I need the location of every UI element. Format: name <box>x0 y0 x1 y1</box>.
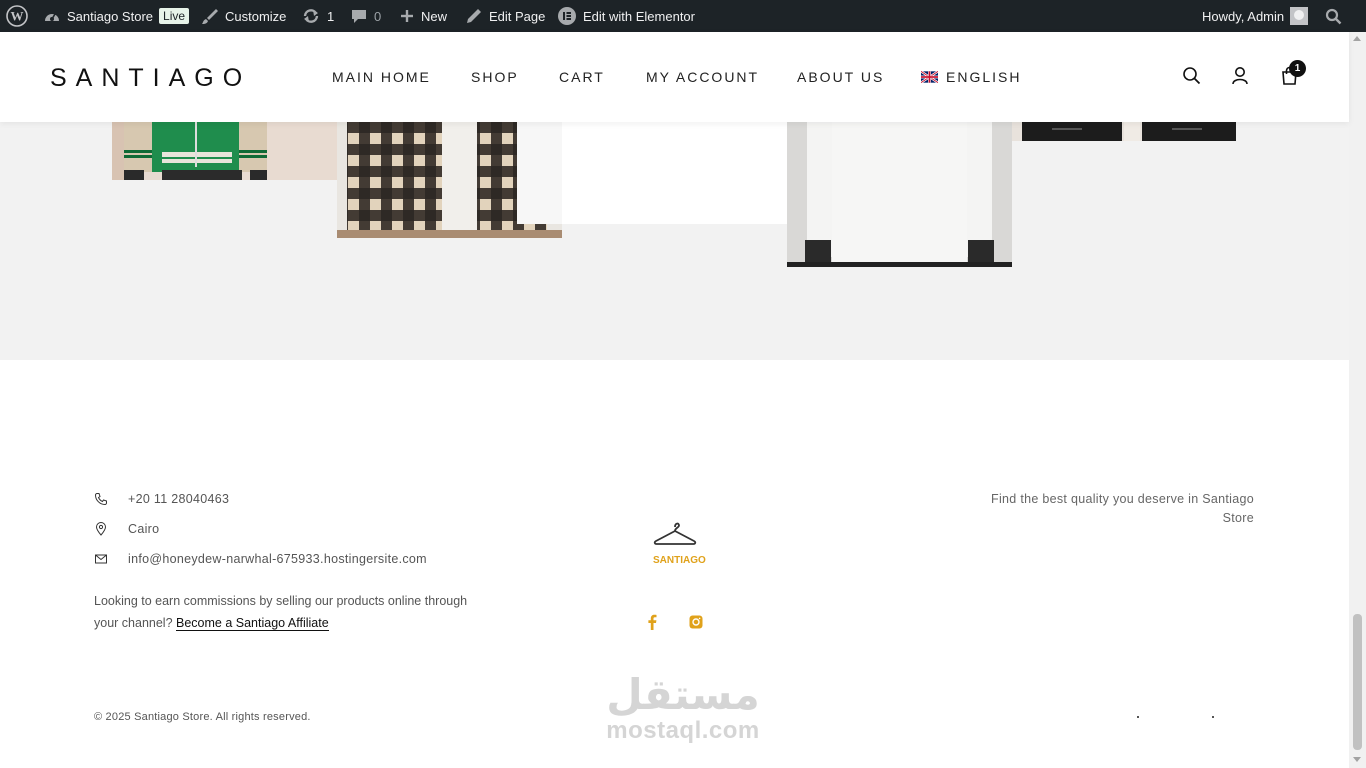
plus-icon <box>401 10 413 22</box>
city-label: Cairo <box>128 522 160 536</box>
page-scrollbar[interactable] <box>1349 32 1366 768</box>
language-label: ENGLISH <box>946 69 1022 85</box>
nav-cart[interactable]: CART <box>559 69 605 85</box>
edit-elementor-link[interactable]: Edit with Elementor <box>557 0 695 32</box>
pencil-icon <box>467 9 481 23</box>
site-header: SANTIAGO MAIN HOME SHOP CART MY ACCOUNT … <box>0 32 1349 122</box>
watermark-arabic: مستقل <box>606 670 760 719</box>
customize-link[interactable]: Customize <box>201 0 286 32</box>
updates-count: 1 <box>327 8 335 24</box>
new-label: New <box>421 8 448 24</box>
wordpress-logo-icon[interactable]: W <box>6 0 28 32</box>
comments-link[interactable]: 0 <box>350 0 381 32</box>
contact-email[interactable]: info@honeydew-narwhal-675933.hostingersi… <box>94 552 427 566</box>
scroll-up-arrow[interactable] <box>1353 36 1361 41</box>
customize-label: Customize <box>225 8 287 24</box>
brush-icon <box>202 9 218 24</box>
comments-count: 0 <box>374 8 382 24</box>
nav-main-home[interactable]: MAIN HOME <box>332 69 431 85</box>
search-icon[interactable] <box>1182 66 1201 90</box>
dashboard-gauge-icon <box>45 13 59 21</box>
cart-count-badge: 1 <box>1289 60 1306 77</box>
footer-separator-dot <box>1137 716 1139 718</box>
edit-elementor-label: Edit with Elementor <box>583 8 695 24</box>
site-logo[interactable]: SANTIAGO <box>50 64 251 93</box>
nav-language-switcher[interactable]: ENGLISH <box>921 69 1021 85</box>
howdy-label: Howdy, Admin <box>1202 8 1285 24</box>
account-icon[interactable] <box>1231 66 1249 90</box>
nav-about-us[interactable]: ABOUT US <box>797 69 884 85</box>
phone-icon <box>94 493 107 506</box>
phone-number: +20 11 28040463 <box>128 492 230 506</box>
contact-location: Cairo <box>94 522 159 536</box>
mostaql-watermark: مستقل mostaql.com <box>598 672 768 744</box>
scroll-thumb[interactable] <box>1353 614 1362 750</box>
product-image-long-sleeve[interactable] <box>787 122 1012 267</box>
map-pin-icon <box>95 522 107 536</box>
nav-my-account[interactable]: MY ACCOUNT <box>646 69 759 85</box>
admin-bar: W Santiago Store Live Customize 1 0 New … <box>0 0 1366 32</box>
live-badge: Live <box>159 8 190 24</box>
hanger-icon <box>653 522 697 545</box>
updates-icon <box>303 9 319 23</box>
email-address: info@honeydew-narwhal-675933.hostingersi… <box>128 552 427 566</box>
avatar <box>1290 7 1309 25</box>
edit-page-link[interactable]: Edit Page <box>465 0 545 32</box>
site-name: Santiago Store <box>67 8 154 24</box>
affiliate-promo: Looking to earn commissions by selling o… <box>94 590 484 634</box>
brand-wordmark-text: SANTIAGO <box>653 555 706 566</box>
product-image-varsity-jacket[interactable] <box>112 122 337 180</box>
admin-search-icon[interactable] <box>1325 0 1342 32</box>
instagram-icon[interactable] <box>689 615 703 634</box>
footer-tagline: Find the best quality you deserve in San… <box>991 492 1254 525</box>
scroll-down-arrow[interactable] <box>1353 757 1361 762</box>
edit-page-label: Edit Page <box>489 8 546 24</box>
my-account-menu[interactable]: Howdy, Admin <box>1202 0 1309 32</box>
site-name-menu[interactable]: Santiago Store Live <box>43 0 190 32</box>
new-content-link[interactable]: New <box>399 0 447 32</box>
copyright-text: © 2025 Santiago Store. All rights reserv… <box>94 711 311 723</box>
product-image-white-item[interactable] <box>517 122 832 224</box>
elementor-icon <box>558 7 576 25</box>
footer-separator-dot <box>1212 716 1214 718</box>
nav-shop[interactable]: SHOP <box>471 69 519 85</box>
updates-link[interactable]: 1 <box>301 0 334 32</box>
affiliate-link[interactable]: Become a Santiago Affiliate <box>176 616 329 631</box>
watermark-latin: mostaql.com <box>606 717 760 744</box>
svg-text:W: W <box>11 9 24 24</box>
product-gallery <box>0 122 1349 360</box>
envelope-icon <box>95 554 107 564</box>
brand-wordmark: SANTIAGO <box>653 550 706 568</box>
contact-phone[interactable]: +20 11 28040463 <box>94 492 229 506</box>
comment-bubble-icon <box>352 10 366 23</box>
facebook-icon[interactable] <box>646 614 658 635</box>
footer-brand-logo[interactable]: SANTIAGO <box>648 520 706 568</box>
product-image-leather-jacket[interactable] <box>1012 122 1236 141</box>
uk-flag-icon <box>921 71 938 83</box>
